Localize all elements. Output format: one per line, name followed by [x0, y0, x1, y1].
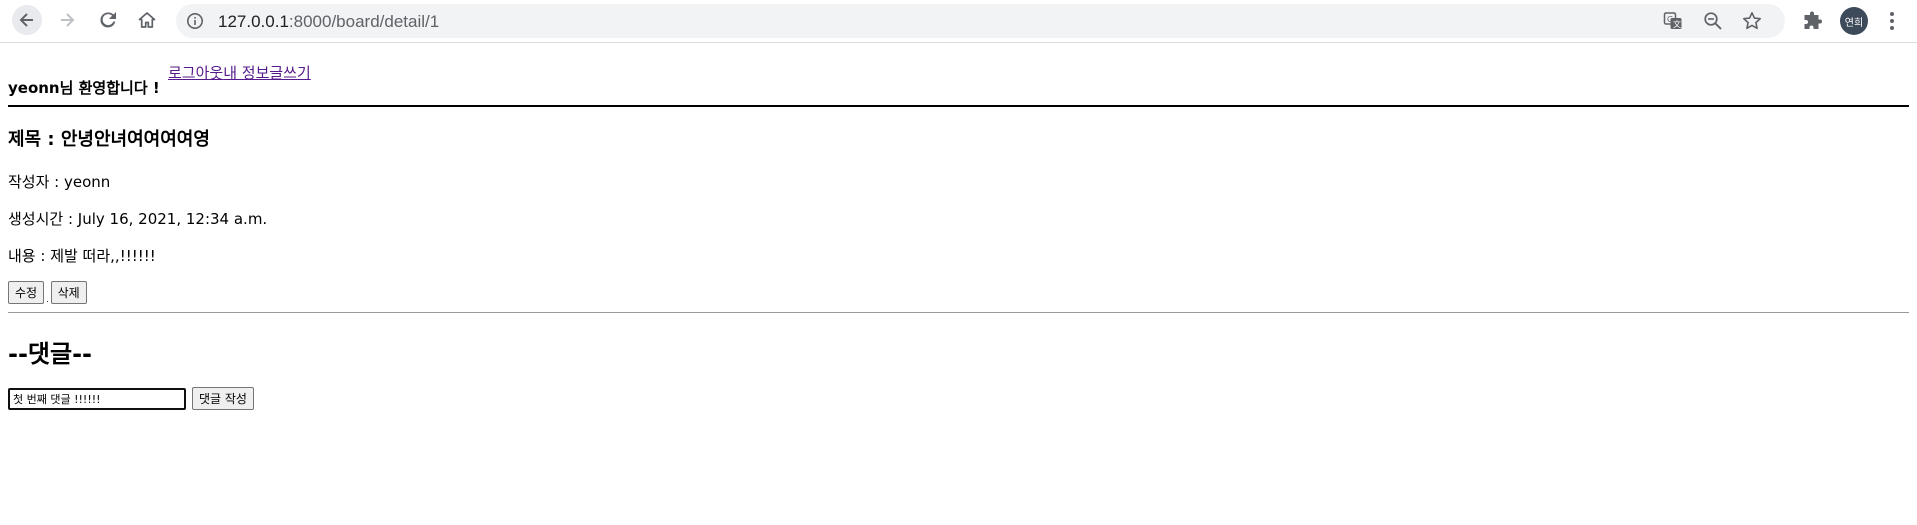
star-icon[interactable]	[1742, 11, 1762, 31]
edit-button[interactable]: 수정	[8, 281, 45, 304]
back-button[interactable]	[12, 5, 42, 35]
translate-icon[interactable]: G 文	[1663, 11, 1683, 31]
home-icon	[138, 12, 156, 28]
comment-input[interactable]	[8, 387, 186, 410]
write-link[interactable]: 글쓰기	[269, 64, 310, 82]
reload-icon	[100, 12, 116, 28]
post-title: 제목 : 안녕안녀여여여여영	[8, 129, 210, 150]
svg-text:文: 文	[1673, 19, 1681, 29]
forward-arrow-icon	[61, 13, 75, 27]
extensions-icon[interactable]	[1801, 11, 1823, 33]
welcome-text: yeonn님 환영합니다 !	[8, 79, 160, 97]
address-bar[interactable]: 127.0.0.1:8000/board/detail/1 G 文	[176, 4, 1785, 38]
url-path: :8000/board/detail/1	[288, 12, 440, 31]
reload-button[interactable]	[93, 5, 123, 35]
forward-button[interactable]	[52, 5, 82, 35]
post-content: 내용 : 제발 떠라,,!!!!!!	[8, 247, 156, 265]
url-text[interactable]: 127.0.0.1:8000/board/detail/1	[218, 12, 439, 32]
content-divider	[8, 312, 1909, 313]
header-bar: yeonn님 환영합니다 ! 로그아웃내 정보글쓰기	[8, 53, 1909, 97]
post-actions: 수정 . 삭제	[8, 281, 87, 304]
post-author: 작성자 : yeonn	[8, 173, 111, 191]
zoom-icon[interactable]	[1703, 11, 1723, 31]
header-divider	[8, 105, 1909, 107]
comments-heading: --댓글--	[8, 340, 93, 368]
home-button[interactable]	[132, 5, 162, 35]
logout-link[interactable]: 로그아웃	[168, 64, 223, 82]
header-links: 로그아웃내 정보글쓰기	[168, 62, 311, 83]
delete-button[interactable]: 삭제	[50, 281, 87, 304]
comment-form: 댓글 작성	[8, 387, 254, 410]
comment-submit-button[interactable]: 댓글 작성	[192, 387, 254, 410]
profile-label: 연희	[1844, 17, 1864, 29]
profile-avatar[interactable]: 연희	[1840, 7, 1868, 35]
post-created-time: 생성시간 : July 16, 2021, 12:34 a.m.	[8, 210, 268, 228]
info-icon[interactable]	[186, 12, 204, 30]
my-info-link[interactable]: 내 정보	[223, 64, 269, 82]
back-arrow-icon	[19, 13, 33, 27]
url-host: 127.0.0.1	[218, 12, 289, 31]
browser-toolbar: 127.0.0.1:8000/board/detail/1 G 文 연희	[0, 0, 1917, 43]
menu-icon[interactable]	[1887, 10, 1897, 32]
button-separator: .	[46, 295, 49, 304]
